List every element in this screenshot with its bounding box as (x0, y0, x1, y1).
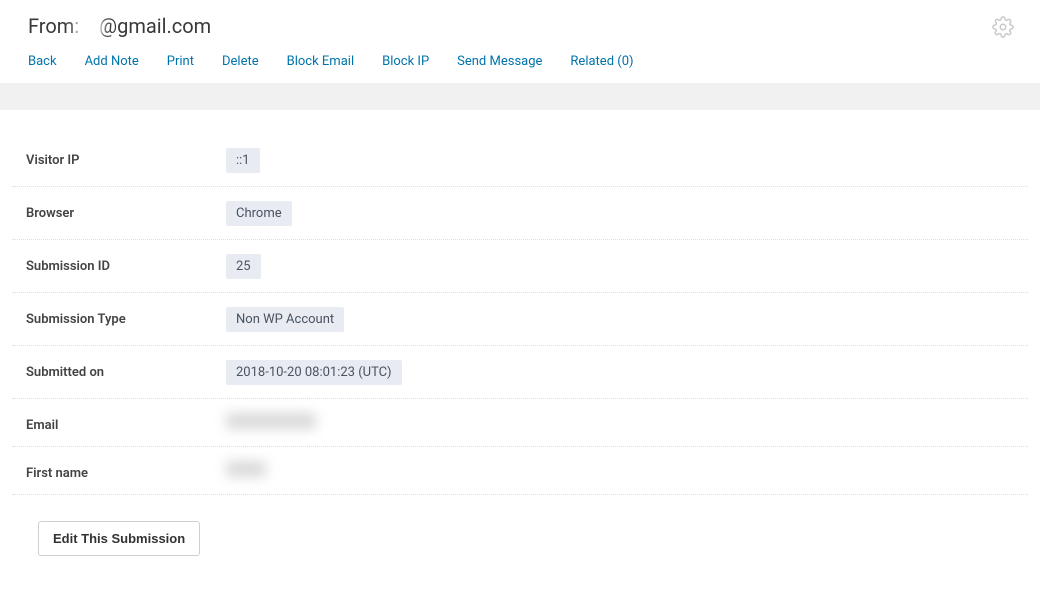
row-submission-id: Submission ID 25 (12, 240, 1028, 293)
label-submission-id: Submission ID (26, 254, 226, 274)
edit-button-wrap: Edit This Submission (0, 503, 1040, 556)
value-email (226, 413, 1028, 433)
value-submission-id: 25 (226, 254, 1028, 279)
row-submitted-on: Submitted on 2018-10-20 08:01:23 (UTC) (12, 346, 1028, 399)
label-email: Email (26, 413, 226, 433)
label-first-name: First name (26, 461, 226, 481)
chip-submission-type: Non WP Account (226, 307, 344, 332)
label-browser: Browser (26, 201, 226, 221)
header: From: @gmail.com (0, 0, 1040, 38)
details-panel: Visitor IP ::1 Browser Chrome Submission… (0, 110, 1040, 503)
print-link[interactable]: Print (167, 54, 194, 69)
gear-icon[interactable] (992, 16, 1016, 40)
label-visitor-ip: Visitor IP (26, 148, 226, 168)
row-email: Email (12, 399, 1028, 447)
email-blurred (226, 413, 316, 429)
back-link[interactable]: Back (28, 54, 57, 69)
separator-strip (0, 83, 1040, 110)
chip-visitor-ip: ::1 (226, 148, 260, 173)
chip-browser: Chrome (226, 201, 292, 226)
edit-submission-button[interactable]: Edit This Submission (38, 521, 200, 556)
email-suffix: @gmail.com (99, 14, 211, 38)
first-name-blurred (226, 461, 266, 477)
action-bar: Back Add Note Print Delete Block Email B… (0, 38, 1040, 83)
value-submitted-on: 2018-10-20 08:01:23 (UTC) (226, 360, 1028, 385)
label-submission-type: Submission Type (26, 307, 226, 327)
row-submission-type: Submission Type Non WP Account (12, 293, 1028, 346)
value-submission-type: Non WP Account (226, 307, 1028, 332)
value-browser: Chrome (226, 201, 1028, 226)
value-visitor-ip: ::1 (226, 148, 1028, 173)
block-email-link[interactable]: Block Email (287, 54, 354, 69)
delete-link[interactable]: Delete (222, 54, 259, 69)
label-submitted-on: Submitted on (26, 360, 226, 380)
related-link[interactable]: Related (0) (570, 54, 633, 69)
chip-submitted-on: 2018-10-20 08:01:23 (UTC) (226, 360, 402, 385)
send-message-link[interactable]: Send Message (457, 54, 542, 69)
chip-submission-id: 25 (226, 254, 261, 279)
email-prefix-blurred (75, 19, 103, 37)
row-first-name: First name (12, 447, 1028, 495)
block-ip-link[interactable]: Block IP (382, 54, 429, 69)
from-label: From: (28, 14, 79, 38)
row-browser: Browser Chrome (12, 187, 1028, 240)
page-title: From: @gmail.com (28, 14, 1012, 38)
row-visitor-ip: Visitor IP ::1 (12, 134, 1028, 187)
add-note-link[interactable]: Add Note (85, 54, 139, 69)
value-first-name (226, 461, 1028, 481)
